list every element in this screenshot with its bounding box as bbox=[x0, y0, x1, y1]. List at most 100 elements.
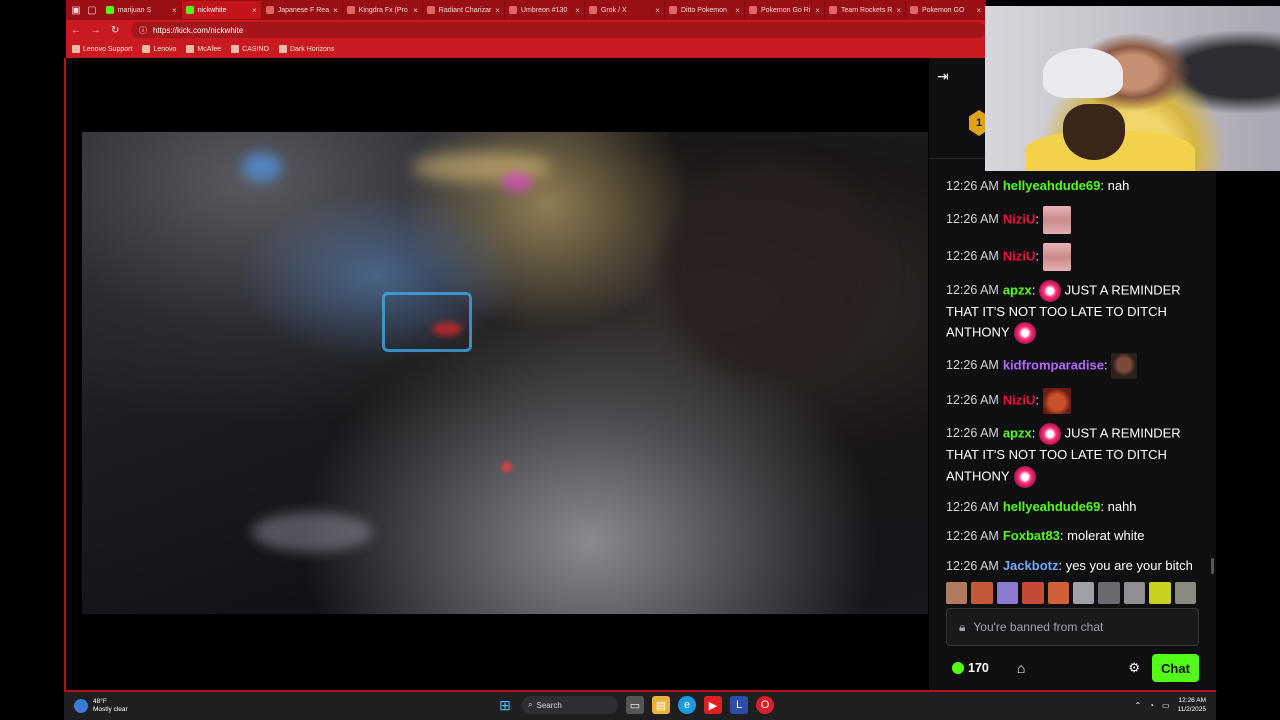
chat-message: 12:26 AM Foxbat83: molerat white bbox=[946, 526, 1196, 547]
bookmark-item[interactable]: Lenovo Support bbox=[72, 45, 132, 53]
emote-option[interactable] bbox=[996, 582, 1019, 604]
browser-tab[interactable]: Team Rockets R × bbox=[825, 1, 906, 19]
close-tab-icon[interactable]: × bbox=[575, 6, 580, 15]
emote-option[interactable] bbox=[1149, 582, 1171, 604]
emote-option[interactable] bbox=[1123, 582, 1146, 604]
message-username[interactable]: Foxbat83 bbox=[1003, 528, 1060, 543]
emote-option[interactable] bbox=[1073, 582, 1095, 604]
forward-icon[interactable]: → bbox=[86, 25, 106, 36]
message-username[interactable]: kidfromparadise bbox=[1003, 357, 1104, 372]
message-timestamp: 12:26 AM bbox=[946, 282, 999, 297]
chat-emote[interactable] bbox=[1013, 322, 1036, 344]
message-username[interactable]: apzx bbox=[1003, 425, 1032, 440]
close-tab-icon[interactable]: × bbox=[495, 6, 500, 15]
browser-tab[interactable]: Pokemon Go Ri × bbox=[745, 1, 825, 19]
opera-gx-icon[interactable]: O bbox=[756, 696, 774, 714]
chat-emote[interactable] bbox=[1042, 205, 1071, 234]
message-username[interactable]: NiziU bbox=[1003, 392, 1036, 407]
chat-emote[interactable] bbox=[1013, 465, 1036, 488]
collapse-chat-icon[interactable]: ⇥ bbox=[937, 68, 953, 84]
chat-emote[interactable] bbox=[1042, 242, 1071, 271]
gear-icon[interactable]: ⚙ bbox=[1128, 660, 1140, 676]
browser-tab[interactable]: Radiant Charizar × bbox=[423, 1, 505, 19]
message-username[interactable]: Jackbotz bbox=[1003, 558, 1059, 573]
emote-option[interactable] bbox=[1174, 582, 1197, 604]
chat-emote[interactable] bbox=[1042, 388, 1071, 414]
store-icon[interactable]: ⌂ bbox=[1017, 660, 1025, 676]
back-icon[interactable]: ← bbox=[66, 25, 86, 36]
file-explorer-icon[interactable]: ▤ bbox=[652, 696, 670, 714]
workspaces-icon[interactable]: ▣ bbox=[70, 2, 82, 18]
close-tab-icon[interactable]: × bbox=[896, 6, 901, 15]
clock[interactable]: 12:26 AM 11/2/2025 bbox=[1178, 696, 1206, 714]
message-text: yes you are your bitch bbox=[1065, 557, 1193, 573]
chat-emote[interactable] bbox=[1111, 353, 1138, 379]
chat-input[interactable]: 🔒︎ You're banned from chat bbox=[946, 608, 1199, 646]
close-tab-icon[interactable]: × bbox=[976, 6, 981, 15]
channel-points[interactable]: 170 bbox=[952, 661, 989, 675]
message-username[interactable]: NiziU bbox=[1003, 211, 1036, 226]
browser-tab[interactable]: Grok / X × bbox=[585, 1, 665, 19]
bookmark-item[interactable]: Lenovo bbox=[142, 45, 176, 53]
video-player[interactable] bbox=[68, 58, 928, 690]
message-username[interactable]: apzx bbox=[1003, 282, 1032, 297]
close-tab-icon[interactable]: × bbox=[815, 6, 820, 15]
taskbar: 48°F Mostly clear ⊞ ⌕ Search ▭ ▤ e ▶ L O… bbox=[64, 692, 1216, 720]
search-icon: ⌕ bbox=[528, 700, 533, 709]
close-tab-icon[interactable]: × bbox=[735, 6, 740, 15]
message-username[interactable]: hellyeahdude69 bbox=[1003, 499, 1101, 514]
browser-tab[interactable]: nickwhite × bbox=[181, 1, 262, 19]
message-timestamp: 12:26 AM bbox=[946, 179, 999, 193]
message-username[interactable]: hellyeahdude69 bbox=[1003, 178, 1101, 193]
youtube-icon[interactable]: ▶ bbox=[704, 696, 722, 714]
emote-option[interactable] bbox=[971, 582, 993, 604]
chevron-up-icon[interactable]: ⌃ bbox=[1134, 701, 1141, 710]
close-tab-icon[interactable]: × bbox=[172, 6, 177, 15]
close-tab-icon[interactable]: × bbox=[655, 6, 660, 15]
chat-send-button[interactable]: Chat bbox=[1152, 654, 1199, 682]
bookmark-item[interactable]: CASINO bbox=[231, 45, 269, 53]
taskbar-search[interactable]: ⌕ Search bbox=[522, 696, 618, 714]
browser-tab[interactable]: Japanese F Rea × bbox=[262, 1, 343, 19]
bookmark-item[interactable]: McAfee bbox=[186, 45, 221, 53]
close-tab-icon[interactable]: × bbox=[413, 6, 418, 15]
clock-time: 12:26 AM bbox=[1178, 697, 1206, 704]
bookmark-item[interactable]: Dark Horizons bbox=[278, 45, 334, 53]
chat-emote[interactable] bbox=[1038, 423, 1061, 445]
windows-start-icon[interactable]: ⊞ bbox=[496, 696, 514, 714]
weather-widget[interactable]: 48°F Mostly clear bbox=[74, 698, 128, 714]
browser-tab[interactable]: Ditto Pokemon × bbox=[665, 1, 745, 19]
emote-option[interactable] bbox=[1047, 582, 1070, 604]
browser-tab[interactable]: Pokemon GO × bbox=[906, 1, 986, 19]
url-input[interactable]: ⓘ https://kick.com/nickwhite bbox=[130, 22, 987, 38]
lenovo-vantage-icon[interactable]: L bbox=[730, 696, 748, 714]
emote-option[interactable] bbox=[1098, 582, 1120, 604]
close-tab-icon[interactable]: × bbox=[252, 6, 257, 15]
stream-video-frame[interactable] bbox=[82, 132, 928, 614]
browser-tab[interactable]: Kingdra Fx (Pro × bbox=[343, 1, 423, 19]
emote-picker-strip bbox=[946, 582, 1197, 604]
emote-option[interactable] bbox=[1022, 582, 1044, 604]
battery-icon[interactable]: ▭ bbox=[1162, 701, 1170, 710]
tab-label: Team Rockets R bbox=[840, 6, 893, 14]
site-info-icon[interactable]: ⓘ bbox=[139, 25, 147, 36]
emote-option[interactable] bbox=[946, 582, 968, 604]
chat-scrollbar[interactable] bbox=[1211, 558, 1214, 574]
task-view-icon[interactable]: ▭ bbox=[626, 696, 644, 714]
chat-emote[interactable] bbox=[1038, 279, 1061, 302]
address-bar-row: ← → ↻ ⓘ https://kick.com/nickwhite bbox=[66, 20, 987, 40]
browser-tab[interactable]: marijuan S × bbox=[102, 1, 182, 19]
tab-label: Umbreon #130 bbox=[520, 6, 568, 14]
close-tab-icon[interactable]: × bbox=[333, 6, 338, 15]
bookmark-label: CASINO bbox=[242, 45, 269, 53]
tab-favicon-icon bbox=[185, 6, 194, 14]
reload-icon[interactable]: ↻ bbox=[105, 25, 125, 36]
chat-message: 12:26 AM hellyeahdude69: nahh bbox=[946, 497, 1196, 518]
browser-tab[interactable]: Umbreon #130 × bbox=[505, 1, 585, 19]
edge-browser-icon[interactable]: e bbox=[678, 696, 696, 714]
tab-actions-icon[interactable]: ▢ bbox=[86, 2, 98, 18]
browser-tab-bar: ▣ ▢ marijuan S × nickwhite × Japanese F Rea ×… bbox=[66, 0, 986, 20]
tab-favicon-icon bbox=[265, 6, 274, 14]
wifi-icon[interactable]: ◔ bbox=[1149, 701, 1154, 710]
message-username[interactable]: NiziU bbox=[1003, 248, 1036, 263]
